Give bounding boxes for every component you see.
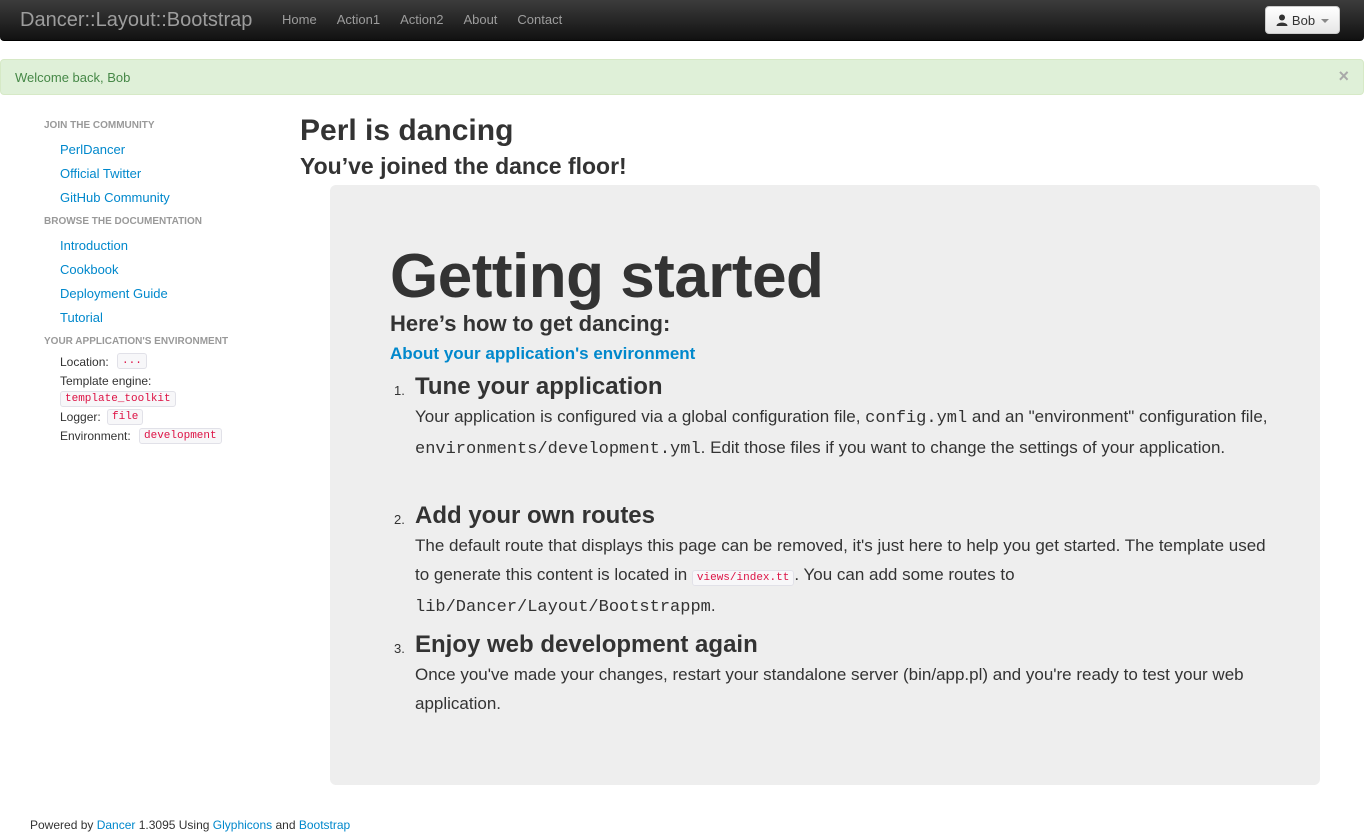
step-code: views/index.tt [691,569,795,586]
step-number: 2. [394,512,405,527]
step-code: config.yml [865,409,968,428]
step-text: Once you've made your changes, restart y… [415,665,1244,713]
step-body: Your application is configured via a glo… [415,403,1270,464]
hero-unit: Getting started Here’s how to get dancin… [330,185,1320,785]
sidebar-link-deployment[interactable]: Deployment Guide [60,286,168,301]
step-title: Add your own routes [415,502,655,529]
step-title: Tune your application [415,373,663,400]
footer-text: 1.3095 Using [135,818,213,832]
env-environment-label: Environment: [60,429,131,443]
step-body: Once you've made your changes, restart y… [415,661,1270,718]
hero-subtitle: Here’s how to get dancing: [390,311,671,336]
footer-text: Powered by [30,818,97,832]
user-name: Bob [1291,12,1316,28]
sidebar-header-environment: YOUR APPLICATION'S ENVIRONMENT [44,336,229,347]
user-menu-button[interactable]: Bob [1265,6,1340,34]
nav-home[interactable]: Home [272,0,327,40]
main-nav: Home Action1 Action2 About Contact [272,0,572,40]
footer-dancer-link[interactable]: Dancer [97,818,136,832]
sidebar-link-github[interactable]: GitHub Community [60,190,170,205]
step-number: 1. [394,383,405,398]
nav-action2[interactable]: Action2 [390,0,453,40]
env-location-label: Location: [60,355,109,369]
sidebar-link-introduction[interactable]: Introduction [60,238,128,253]
nav-action1[interactable]: Action1 [327,0,390,40]
sidebar-link-twitter[interactable]: Official Twitter [60,166,141,181]
step-text: and an "environment" configuration file, [967,407,1268,426]
hero-title: Getting started [390,242,824,311]
step-text: . [710,596,716,615]
footer-glyphicons-link[interactable]: Glyphicons [213,818,272,832]
sidebar-link-tutorial[interactable]: Tutorial [60,310,103,325]
user-icon [1276,14,1288,26]
step-body: The default route that displays this pag… [415,532,1270,623]
environment-link[interactable]: About your application's environment [390,344,695,364]
sidebar-link-cookbook[interactable]: Cookbook [60,262,119,277]
caret-down-icon [1321,19,1330,23]
env-location-value: ... [117,353,147,369]
step-text: . You can add some routes to [794,564,1015,584]
nav-contact[interactable]: Contact [507,0,572,40]
nav-about[interactable]: About [453,0,507,40]
page-subtitle: You’ve joined the dance floor! [300,153,627,179]
env-environment-value: development [139,428,222,444]
close-icon[interactable]: × [1338,66,1349,86]
step-title: Enjoy web development again [415,631,758,658]
footer: Powered by Dancer 1.3095 Using Glyphicon… [30,818,350,832]
env-logger-label: Logger: [60,410,101,424]
page-title: Perl is dancing [300,114,514,147]
step-text: . Edit those files if you want to change… [700,437,1226,457]
env-template-value: template_toolkit [60,391,176,407]
sidebar-header-community: JOIN THE COMMUNITY [44,120,155,131]
sidebar: JOIN THE COMMUNITY PerlDancer Official T… [0,0,280,480]
step-code: lib/Dancer/Layout/Bootstrappm [415,598,711,617]
step-text: Your application is configured via a glo… [415,407,866,426]
env-logger-value: file [107,409,144,425]
sidebar-link-perldancer[interactable]: PerlDancer [60,142,125,157]
step-number: 3. [394,641,405,656]
sidebar-header-docs: BROWSE THE DOCUMENTATION [44,216,202,227]
footer-bootstrap-link[interactable]: Bootstrap [299,818,350,832]
env-template-label: Template engine: [60,374,152,388]
step-code: environments/development.yml [415,439,701,459]
footer-text: and [272,818,299,832]
